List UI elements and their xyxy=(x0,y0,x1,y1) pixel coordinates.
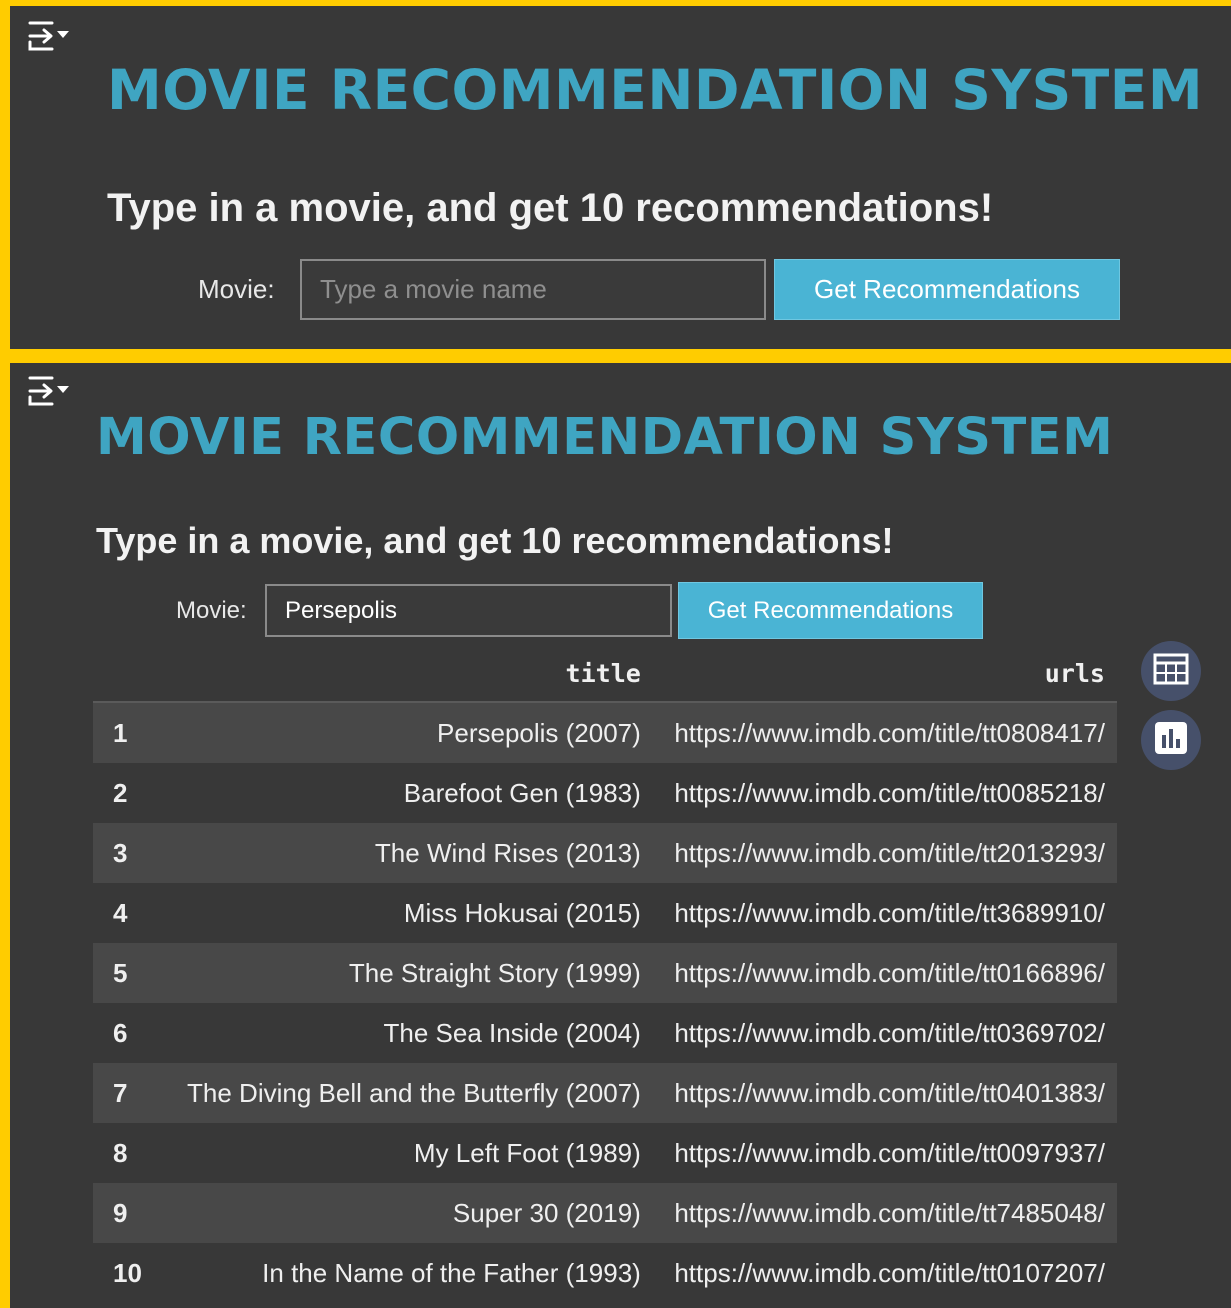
movie-url: https://www.imdb.com/title/tt0097937/ xyxy=(674,1137,1105,1168)
chart-view-button[interactable] xyxy=(1141,710,1201,770)
movie-title: In the Name of the Father (1993) xyxy=(262,1257,641,1288)
movie-title: The Sea Inside (2004) xyxy=(383,1017,641,1048)
movie-title: Super 30 (2019) xyxy=(452,1197,641,1228)
collapse-sidebar-icon[interactable] xyxy=(24,18,72,54)
table-row: 10 In the Name of the Father (1993) http… xyxy=(93,1243,1117,1303)
bar-chart-icon xyxy=(1154,721,1188,760)
table-icon xyxy=(1153,653,1189,690)
table-row: 5 The Straight Story (1999) https://www.… xyxy=(93,943,1117,1003)
movie-label: Movie: xyxy=(198,274,275,304)
movie-title: The Diving Bell and the Butterfly (2007) xyxy=(187,1077,641,1108)
column-header-index xyxy=(93,645,165,703)
table-row: 1 Persepolis (2007) https://www.imdb.com… xyxy=(93,702,1117,763)
row-index: 4 xyxy=(113,897,128,928)
column-header-title: title xyxy=(165,645,653,703)
movie-url: https://www.imdb.com/title/tt0085218/ xyxy=(674,777,1105,808)
app-title: MOVIE RECOMMENDATION SYSTEM xyxy=(96,408,1114,467)
row-index: 10 xyxy=(113,1257,142,1288)
movie-url: https://www.imdb.com/title/tt0107207/ xyxy=(674,1257,1105,1288)
table-row: 7 The Diving Bell and the Butterfly (200… xyxy=(93,1063,1117,1123)
table-row: 3 The Wind Rises (2013) https://www.imdb… xyxy=(93,823,1117,883)
movie-input[interactable] xyxy=(265,584,672,637)
table-row: 4 Miss Hokusai (2015) https://www.imdb.c… xyxy=(93,883,1117,943)
table-row: 6 The Sea Inside (2004) https://www.imdb… xyxy=(93,1003,1117,1063)
movie-url: https://www.imdb.com/title/tt3689910/ xyxy=(674,897,1105,928)
movie-url: https://www.imdb.com/title/tt0401383/ xyxy=(674,1077,1105,1108)
row-index: 9 xyxy=(113,1197,128,1228)
app-subtitle: Type in a movie, and get 10 recommendati… xyxy=(107,186,994,230)
row-index: 2 xyxy=(113,777,128,808)
row-index: 3 xyxy=(113,837,128,868)
movie-input[interactable] xyxy=(300,259,766,320)
movie-title: Miss Hokusai (2015) xyxy=(403,897,641,928)
movie-url: https://www.imdb.com/title/tt7485048/ xyxy=(674,1197,1105,1228)
app-panel-results: MOVIE RECOMMENDATION SYSTEM Type in a mo… xyxy=(10,363,1231,1308)
column-header-urls: urls xyxy=(652,645,1117,703)
movie-title: Persepolis (2007) xyxy=(437,717,641,748)
movie-title: The Wind Rises (2013) xyxy=(374,837,641,868)
recommendations-table: title urls 1 Persepolis (2007) https://w… xyxy=(93,645,1117,1303)
row-index: 5 xyxy=(113,957,128,988)
app-subtitle: Type in a movie, and get 10 recommendati… xyxy=(96,520,894,561)
table-row: 9 Super 30 (2019) https://www.imdb.com/t… xyxy=(93,1183,1117,1243)
movie-url: https://www.imdb.com/title/tt0808417/ xyxy=(674,717,1105,748)
table-view-button[interactable] xyxy=(1141,641,1201,701)
get-recommendations-button[interactable]: Get Recommendations xyxy=(678,582,983,639)
movie-title: Barefoot Gen (1983) xyxy=(403,777,641,808)
collapse-sidebar-icon[interactable] xyxy=(24,373,72,409)
movie-url: https://www.imdb.com/title/tt0166896/ xyxy=(674,957,1105,988)
movie-title: My Left Foot (1989) xyxy=(413,1137,641,1168)
table-row: 2 Barefoot Gen (1983) https://www.imdb.c… xyxy=(93,763,1117,823)
row-index: 1 xyxy=(113,717,128,748)
app-title: MOVIE RECOMMENDATION SYSTEM xyxy=(107,58,1204,122)
row-index: 7 xyxy=(113,1077,128,1108)
movie-label: Movie: xyxy=(176,597,247,624)
row-index: 8 xyxy=(113,1137,128,1168)
table-header-row: title urls xyxy=(93,645,1117,703)
movie-url: https://www.imdb.com/title/tt2013293/ xyxy=(674,837,1105,868)
row-index: 6 xyxy=(113,1017,128,1048)
app-panel-initial: MOVIE RECOMMENDATION SYSTEM Type in a mo… xyxy=(10,6,1231,349)
movie-title: The Straight Story (1999) xyxy=(348,957,641,988)
movie-url: https://www.imdb.com/title/tt0369702/ xyxy=(674,1017,1105,1048)
get-recommendations-button[interactable]: Get Recommendations xyxy=(774,259,1120,320)
table-row: 8 My Left Foot (1989) https://www.imdb.c… xyxy=(93,1123,1117,1183)
